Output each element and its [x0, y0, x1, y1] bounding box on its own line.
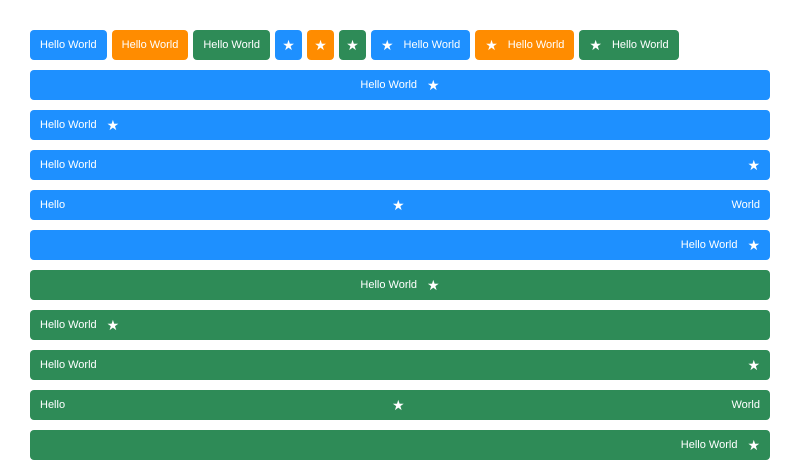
star-icon: ★	[282, 37, 295, 53]
button-label-right: World	[731, 398, 760, 411]
green-wide-button-start[interactable]: Hello World ★	[30, 310, 770, 340]
star-icon: ★	[589, 37, 602, 53]
blue-wide-button-split[interactable]: Hello World ★	[30, 150, 770, 180]
blue-star-text-button[interactable]: ★ Hello World	[370, 30, 471, 60]
blue-wide-button-start[interactable]: Hello World ★	[30, 110, 770, 140]
star-icon: ★	[427, 77, 440, 93]
green-wide-button-split[interactable]: Hello World ★	[30, 350, 770, 380]
button-label: Hello World	[403, 38, 461, 51]
button-label: Hello World	[360, 78, 418, 91]
star-icon: ★	[485, 37, 498, 53]
button-label: Hello World	[40, 158, 97, 171]
orange-star-text-button[interactable]: ★ Hello World	[475, 30, 575, 60]
green-wide-button-centered[interactable]: Hello World ★	[30, 270, 770, 300]
star-icon: ★	[747, 357, 760, 373]
button-label: Hello World	[680, 438, 738, 451]
star-icon: ★	[427, 277, 440, 293]
button-label: Hello World	[121, 38, 179, 51]
button-label: Hello World	[40, 358, 97, 371]
button-label: Hello World	[507, 38, 565, 51]
star-icon: ★	[391, 397, 405, 413]
button-label: Hello World	[203, 38, 260, 51]
star-icon: ★	[314, 37, 327, 53]
star-icon: ★	[106, 117, 120, 133]
star-icon: ★	[106, 317, 120, 333]
button-label-left: Hello	[40, 198, 66, 211]
blue-wide-button-end[interactable]: Hello World ★	[30, 230, 770, 260]
star-icon: ★	[391, 197, 405, 213]
button-label-left: Hello	[40, 398, 66, 411]
blue-wide-button-centered[interactable]: Hello World ★	[30, 70, 770, 100]
green-star-text-button[interactable]: ★ Hello World	[579, 30, 679, 60]
star-icon: ★	[380, 37, 394, 53]
button-label-right: World	[731, 198, 760, 211]
button-label: Hello World	[40, 38, 97, 51]
top-button-row: Hello World Hello World Hello World ★ ★ …	[30, 30, 770, 60]
orange-text-button[interactable]: Hello World	[111, 30, 189, 60]
button-label: Hello World	[40, 118, 97, 131]
green-wide-button-end[interactable]: Hello World ★	[30, 430, 770, 460]
blue-wide-button-spaced[interactable]: Hello ★ World	[30, 190, 770, 220]
star-icon: ★	[747, 237, 760, 253]
button-label: Hello World	[611, 38, 669, 51]
star-icon: ★	[747, 157, 760, 173]
orange-star-icon-button[interactable]: ★	[306, 30, 334, 60]
green-wide-button-spaced[interactable]: Hello ★ World	[30, 390, 770, 420]
button-demo-container: Hello World Hello World Hello World ★ ★ …	[30, 30, 770, 470]
green-text-button[interactable]: Hello World	[193, 30, 270, 60]
button-label: Hello World	[360, 278, 418, 291]
blue-text-button[interactable]: Hello World	[30, 30, 107, 60]
button-label: Hello World	[680, 238, 738, 251]
blue-star-icon-button[interactable]: ★	[274, 30, 302, 60]
button-label: Hello World	[40, 318, 97, 331]
green-star-icon-button[interactable]: ★	[338, 30, 366, 60]
star-icon: ★	[346, 37, 359, 53]
